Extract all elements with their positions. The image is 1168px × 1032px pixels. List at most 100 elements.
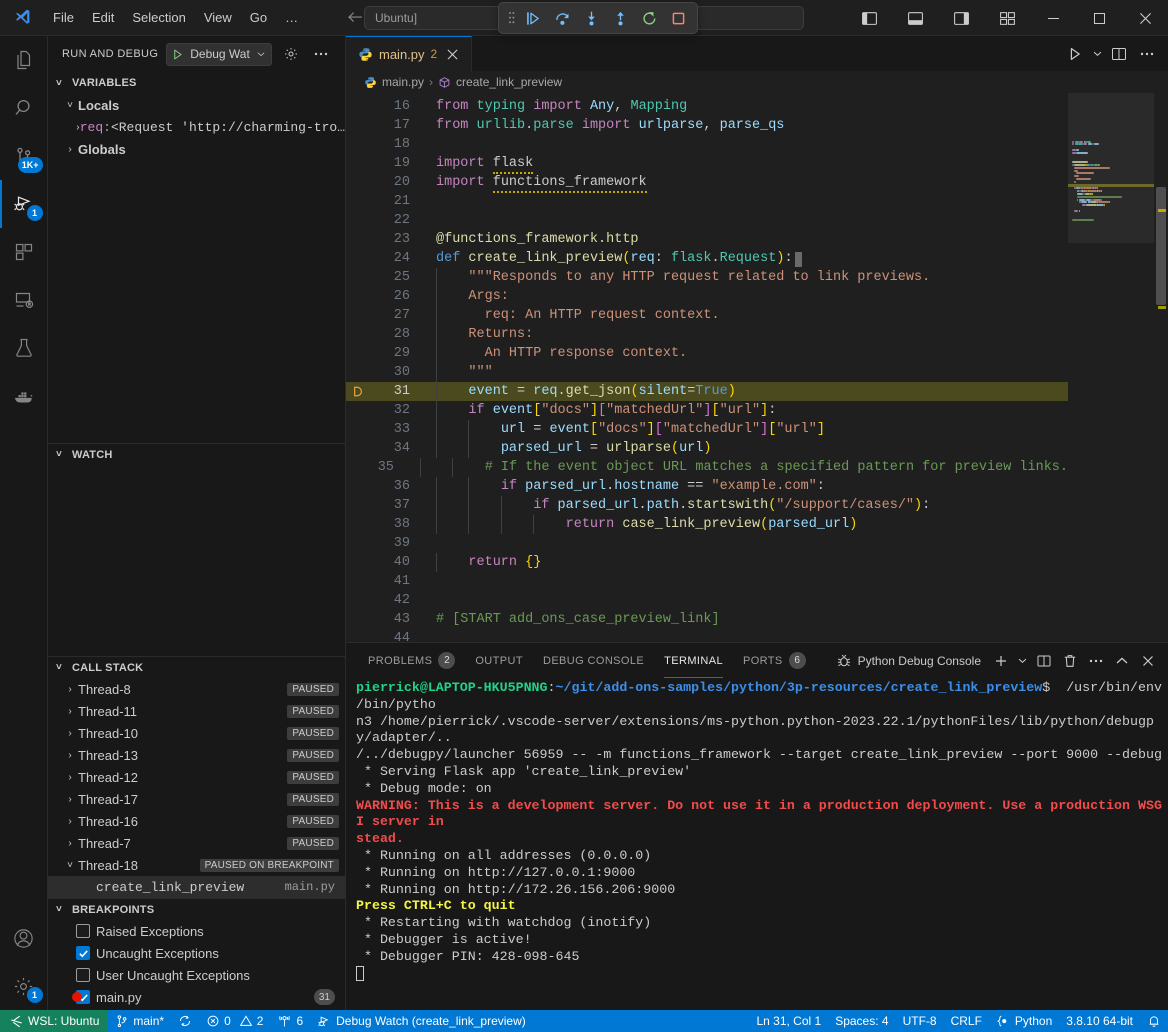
callstack-thread-row[interactable]: ›Thread-10PAUSED (48, 722, 345, 744)
menu-selection[interactable]: Selection (123, 7, 194, 28)
drag-handle-icon[interactable] (505, 9, 517, 27)
code-line[interactable]: 30 """ (346, 363, 1068, 382)
sidebar-item-source-control[interactable]: 1K+ (0, 132, 48, 180)
split-editor-button[interactable] (1106, 41, 1132, 67)
callstack-thread-row[interactable]: ›Thread-11PAUSED (48, 700, 345, 722)
more-actions-icon[interactable] (310, 43, 332, 65)
chevron-right-icon[interactable]: › (62, 728, 78, 739)
tab-main-py[interactable]: main.py 2 (346, 36, 472, 71)
toggle-panel-button[interactable] (892, 0, 938, 36)
step-over-button[interactable] (549, 6, 575, 30)
checkbox-checked[interactable] (76, 946, 90, 960)
breadcrumb-symbol[interactable]: create_link_preview (456, 75, 562, 89)
code-line[interactable]: 21 (346, 192, 1068, 211)
maximize-button[interactable] (1076, 0, 1122, 36)
menu-file[interactable]: File (44, 7, 83, 28)
callstack-thread-row[interactable]: ›Thread-16PAUSED (48, 810, 345, 832)
sidebar-item-docker[interactable] (0, 372, 48, 420)
breakpoint-arrow-icon[interactable] (346, 385, 368, 398)
status-encoding[interactable]: UTF-8 (896, 1010, 944, 1032)
panel-more-actions-button[interactable] (1084, 649, 1108, 673)
callstack-pane-header[interactable]: ˅ CALL STACK (48, 656, 345, 678)
code-line[interactable]: 16from typing import Any, Mapping (346, 97, 1068, 116)
sidebar-item-testing[interactable] (0, 324, 48, 372)
code-line[interactable]: 29 An HTTP response context. (346, 344, 1068, 363)
chevron-right-icon[interactable]: › (62, 684, 78, 695)
menu-go[interactable]: Go (241, 7, 276, 28)
breakpoint-row-uncaught-exceptions[interactable]: Uncaught Exceptions (62, 942, 345, 964)
checkbox[interactable] (76, 968, 90, 982)
run-dropdown-chevron-icon[interactable] (1090, 41, 1104, 67)
run-python-file-button[interactable] (1062, 41, 1088, 67)
gear-icon[interactable] (280, 43, 302, 65)
tab-problems[interactable]: PROBLEMS 2 (358, 643, 465, 678)
stop-button[interactable] (665, 6, 691, 30)
status-notifications[interactable] (1140, 1010, 1168, 1032)
menu-more[interactable]: … (276, 7, 307, 28)
callstack-thread-row[interactable]: ›Thread-12PAUSED (48, 766, 345, 788)
status-ports-forwarded[interactable]: 6 (270, 1010, 310, 1032)
status-eol[interactable]: CRLF (944, 1010, 989, 1032)
accounts-button[interactable] (0, 914, 48, 962)
code-line[interactable]: 38 return case_link_preview(parsed_url) (346, 515, 1068, 534)
tab-output[interactable]: OUTPUT (465, 643, 533, 678)
callstack-thread-row[interactable]: ›Thread-8PAUSED (48, 678, 345, 700)
code-line[interactable]: 19import flask (346, 154, 1068, 173)
sidebar-item-run-and-debug[interactable]: 1 (0, 180, 48, 228)
code-line[interactable]: 23@functions_framework.http (346, 230, 1068, 249)
callstack-frame-row[interactable]: create_link_preview main.py (48, 876, 345, 898)
step-out-button[interactable] (607, 6, 633, 30)
terminal-dropdown-chevron-icon[interactable] (1015, 649, 1030, 673)
status-python-interpreter[interactable]: 3.8.10 64-bit (1059, 1010, 1140, 1032)
watch-pane-header[interactable]: ˅ WATCH (48, 443, 345, 465)
sidebar-item-remote-explorer[interactable] (0, 276, 48, 324)
terminal-output[interactable]: pierrick@LAPTOP-HKU5PNNG:~/git/add-ons-s… (346, 678, 1168, 1010)
minimap[interactable] (1068, 93, 1154, 642)
manage-settings-button[interactable]: 1 (0, 962, 48, 1010)
code-line[interactable]: 24def create_link_preview(req: flask.Req… (346, 249, 1068, 268)
status-language-mode[interactable]: Python (989, 1010, 1059, 1032)
tab-debug-console[interactable]: DEBUG CONSOLE (533, 643, 654, 678)
close-panel-button[interactable] (1136, 649, 1160, 673)
status-indentation[interactable]: Spaces: 4 (828, 1010, 895, 1032)
callstack-thread-row[interactable]: ›Thread-13PAUSED (48, 744, 345, 766)
status-cursor-position[interactable]: Ln 31, Col 1 (749, 1010, 828, 1032)
chevron-right-icon[interactable]: › (62, 750, 78, 761)
status-debug-session[interactable]: Debug Watch (create_link_preview) (310, 1010, 533, 1032)
variable-row-globals[interactable]: › Globals (48, 138, 345, 154)
status-problems[interactable]: 0 2 (199, 1010, 270, 1032)
breakpoint-row-user-uncaught-exceptions[interactable]: User Uncaught Exceptions (62, 964, 345, 986)
code-line[interactable]: 34 parsed_url = urlparse(url) (346, 439, 1068, 458)
status-git-branch[interactable]: main* (108, 1010, 171, 1032)
continue-button[interactable] (520, 6, 546, 30)
code-line[interactable]: 26 Args: (346, 287, 1068, 306)
tab-ports[interactable]: PORTS 6 (733, 643, 816, 678)
callstack-thread-row[interactable]: ›Thread-7PAUSED (48, 832, 345, 854)
toggle-primary-sidebar-button[interactable] (846, 0, 892, 36)
minimize-button[interactable] (1030, 0, 1076, 36)
code-line[interactable]: 44 (346, 629, 1068, 642)
code-line[interactable]: 25 """Responds to any HTTP request relat… (346, 268, 1068, 287)
code-line[interactable]: 42 (346, 591, 1068, 610)
chevron-right-icon[interactable]: › (62, 816, 78, 827)
code-line[interactable]: 17from urllib.parse import urlparse, par… (346, 116, 1068, 135)
code-line[interactable]: 35 # If the event object URL matches a s… (346, 458, 1068, 477)
restart-button[interactable] (636, 6, 662, 30)
code-lines[interactable]: 16from typing import Any, Mapping17from … (346, 93, 1068, 642)
breakpoint-row-raised-exceptions[interactable]: Raised Exceptions (62, 920, 345, 942)
minimap-slider[interactable] (1068, 93, 1154, 243)
code-line[interactable]: 40 return {} (346, 553, 1068, 572)
sidebar-item-search[interactable] (0, 84, 48, 132)
sidebar-item-extensions[interactable] (0, 228, 48, 276)
active-terminal-label[interactable]: Python Debug Console (836, 653, 981, 669)
sidebar-item-explorer[interactable] (0, 36, 48, 84)
code-editor[interactable]: 16from typing import Any, Mapping17from … (346, 93, 1168, 642)
callstack-thread-row-active[interactable]: ˅Thread-18PAUSED ON BREAKPOINT (48, 854, 345, 876)
variable-row-locals[interactable]: ˅ Locals (48, 94, 345, 116)
variable-row-req[interactable]: › req: <Request 'http://charming-tro… (48, 116, 345, 138)
variables-pane-header[interactable]: ˅ VARIABLES (48, 72, 345, 94)
close-icon[interactable] (443, 45, 461, 63)
maximize-panel-button[interactable] (1110, 649, 1134, 673)
code-line[interactable]: 32 if event["docs"]["matchedUrl"]["url"]… (346, 401, 1068, 420)
chevron-right-icon[interactable]: › (62, 706, 78, 717)
